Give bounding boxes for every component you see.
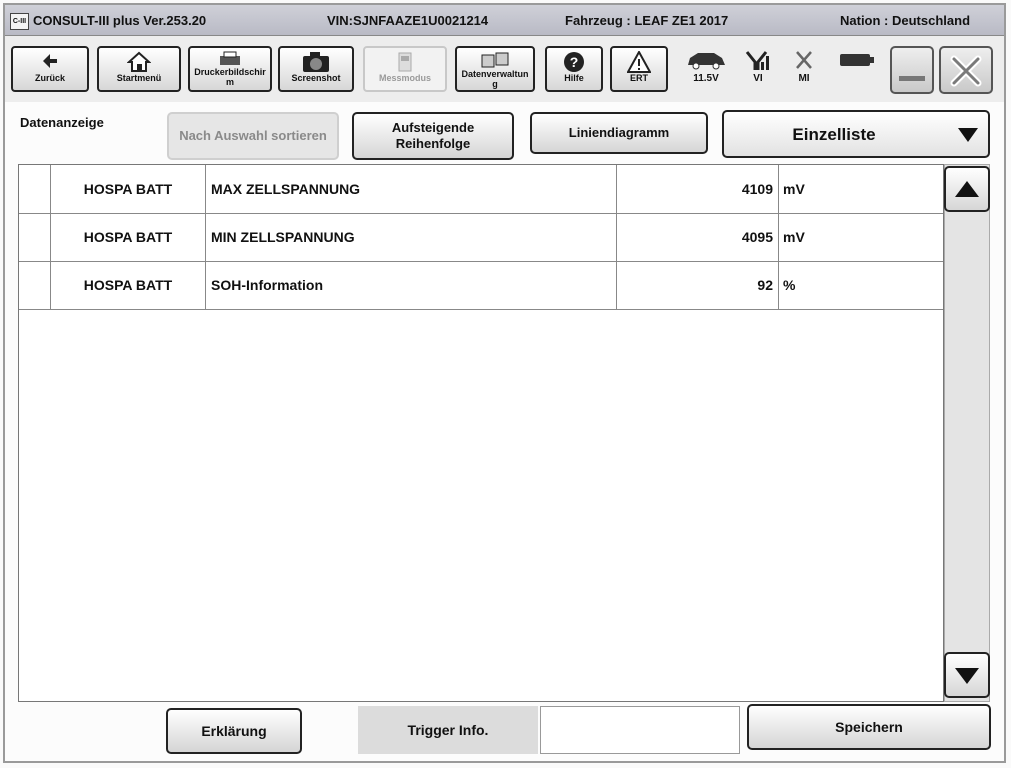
svg-text:?: ? xyxy=(570,54,579,70)
camera-icon xyxy=(280,51,352,73)
app-logo: C-III xyxy=(10,13,29,30)
save-button[interactable]: Speichern xyxy=(747,704,991,750)
warning-icon xyxy=(612,49,666,73)
data-display-label: Datenanzeige xyxy=(20,115,104,130)
minimize-icon xyxy=(899,76,925,81)
battery-icon xyxy=(835,52,879,71)
table-row[interactable]: HOSPA BATT MAX ZELLSPANNUNG 4109 mV xyxy=(19,165,943,214)
title-bar: C-III CONSULT-III plus Ver.253.20 VIN:SJ… xyxy=(5,5,1004,36)
explanation-button[interactable]: Erklärung xyxy=(166,708,302,754)
vi-status: VI xyxy=(741,50,775,84)
arrow-down-icon xyxy=(955,668,979,684)
system-cell: HOSPA BATT xyxy=(51,261,206,309)
minimize-button[interactable] xyxy=(890,46,934,94)
scroll-up-button[interactable] xyxy=(944,166,990,212)
trigger-info-field xyxy=(540,706,740,754)
ert-button[interactable]: ERT xyxy=(610,46,668,92)
unit-cell: mV xyxy=(783,229,805,245)
home-button[interactable]: Startmenü xyxy=(97,46,181,92)
system-cell: HOSPA BATT xyxy=(51,165,206,213)
help-button[interactable]: ? Hilfe xyxy=(545,46,603,92)
trigger-info-label: Trigger Info. xyxy=(358,706,538,754)
arrow-up-icon xyxy=(955,181,979,197)
print-screen-button[interactable]: Druckerbildschirm xyxy=(188,46,272,92)
chevron-down-icon xyxy=(958,128,978,142)
scrollbar-track[interactable] xyxy=(944,164,990,702)
car-icon xyxy=(684,53,728,73)
battery-voltage-status: 11.5V xyxy=(681,50,731,84)
toolbar: Zurück Startmenü Druckerbildschirm Scree… xyxy=(5,36,1004,102)
unit-cell: % xyxy=(783,277,796,293)
sort-by-selection-button[interactable]: Nach Auswahl sortieren xyxy=(167,112,339,160)
table-row[interactable]: HOSPA BATT MIN ZELLSPANNUNG 4095 mV xyxy=(19,213,943,262)
printer-icon xyxy=(190,51,270,67)
view-mode-select[interactable]: Einzelliste xyxy=(722,110,990,158)
vehicle: Fahrzeug : LEAF ZE1 2017 xyxy=(565,13,729,28)
item-cell: SOH-Information xyxy=(206,261,617,309)
value-cell: 4109 xyxy=(617,165,779,213)
nation: Nation : Deutschland xyxy=(840,13,971,28)
measure-icon xyxy=(365,51,445,73)
table-row[interactable]: HOSPA BATT SOH-Information 92 % xyxy=(19,261,943,310)
close-icon xyxy=(950,55,982,87)
back-button[interactable]: Zurück xyxy=(11,46,89,92)
data-table: HOSPA BATT MAX ZELLSPANNUNG 4109 mV HOSP… xyxy=(18,164,944,702)
line-chart-button[interactable]: Liniendiagramm xyxy=(530,112,708,154)
system-cell: HOSPA BATT xyxy=(51,213,206,261)
arrow-left-icon xyxy=(13,51,87,73)
view-mode-value: Einzelliste xyxy=(792,125,876,144)
x-icon xyxy=(793,51,815,73)
signal-icon xyxy=(745,51,771,73)
close-button[interactable] xyxy=(939,46,993,94)
measure-mode-button[interactable]: Messmodus xyxy=(363,46,447,92)
question-icon: ? xyxy=(547,51,601,73)
folders-icon xyxy=(457,51,533,69)
ascending-order-button[interactable]: Aufsteigende Reihenfolge xyxy=(352,112,514,160)
house-icon xyxy=(99,51,179,73)
data-management-button[interactable]: Datenverwaltung xyxy=(455,46,535,92)
unit-cell: mV xyxy=(783,181,805,197)
scroll-down-button[interactable] xyxy=(944,652,990,698)
mi-status: MI xyxy=(789,50,819,84)
screenshot-button[interactable]: Screenshot xyxy=(278,46,354,92)
item-cell: MIN ZELLSPANNUNG xyxy=(206,213,617,261)
item-cell: MAX ZELLSPANNUNG xyxy=(206,165,617,213)
value-cell: 92 xyxy=(617,261,779,309)
value-cell: 4095 xyxy=(617,213,779,261)
app-version: CONSULT-III plus Ver.253.20 xyxy=(33,13,207,28)
vin: VIN:SJNFAAZE1U0021214 xyxy=(327,13,489,28)
